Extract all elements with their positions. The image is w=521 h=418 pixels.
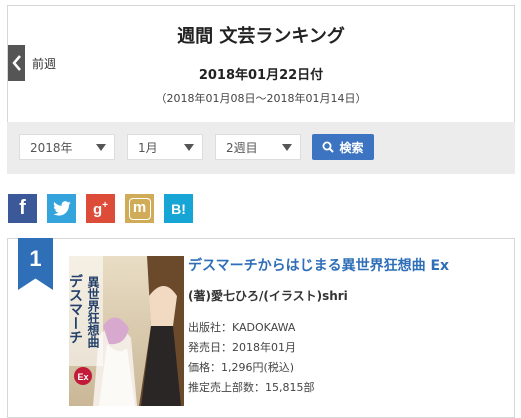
- caret-down-icon: [184, 144, 194, 151]
- cover-badge-text: Ex: [77, 372, 88, 382]
- rank-number: 1: [29, 246, 42, 271]
- facebook-icon: f: [19, 197, 26, 219]
- hatena-bookmark-button[interactable]: B!: [164, 194, 193, 223]
- search-icon: [322, 141, 335, 153]
- month-select-value: 1月: [138, 140, 158, 155]
- page-title: 週間 文芸ランキング: [177, 26, 345, 47]
- hatena-icon: B!: [171, 200, 186, 217]
- year-select-value: 2018年: [30, 140, 73, 155]
- mixi-icon: m: [128, 197, 151, 220]
- twitter-icon: [52, 200, 71, 216]
- ranking-item: 1 デスマーチ 異世界狂想曲 Ex デスマーチからはじまる異世界狂想曲 Ex (: [7, 238, 515, 418]
- month-select[interactable]: 1月: [127, 134, 203, 160]
- twitter-share-button[interactable]: [47, 194, 76, 223]
- ranking-header: 前週 週間 文芸ランキング 2018年01月22日付 （2018年01月08日～…: [7, 5, 515, 122]
- google-plus-icon: g+: [92, 199, 108, 218]
- caret-down-icon: [96, 144, 106, 151]
- ranking-period: （2018年01月08日～2018年01月14日）: [155, 92, 367, 105]
- search-button[interactable]: 検索: [312, 134, 374, 160]
- book-estimated-sales: 推定売上部数：15,815部: [188, 381, 315, 394]
- mixi-share-button[interactable]: m: [125, 194, 154, 223]
- book-cover-image[interactable]: デスマーチ 異世界狂想曲 Ex: [69, 256, 184, 406]
- rank-badge: 1: [18, 238, 53, 290]
- book-author: (著)愛七ひろ/(イラスト)shri: [188, 289, 348, 303]
- week-select[interactable]: 2週目: [215, 134, 301, 160]
- book-release-date: 発売日：2018年01月: [188, 341, 296, 354]
- cover-title-text: デスマーチ: [69, 273, 83, 344]
- facebook-share-button[interactable]: f: [8, 194, 37, 223]
- cover-subtitle-text: 異世界狂想曲: [86, 276, 100, 349]
- book-publisher: 出版社：KADOKAWA: [188, 321, 296, 334]
- week-select-value: 2週目: [226, 140, 258, 155]
- year-select[interactable]: 2018年: [19, 134, 115, 160]
- filter-bar: 2018年 1月 2週目 検索: [7, 122, 515, 174]
- ranking-date: 2018年01月22日付: [198, 68, 324, 83]
- caret-down-icon: [282, 144, 292, 151]
- book-price: 価格：1,296円(税込): [188, 361, 295, 374]
- google-plus-share-button[interactable]: g+: [86, 194, 115, 223]
- search-button-label: 検索: [339, 140, 364, 155]
- book-title-link[interactable]: デスマーチからはじまる異世界狂想曲 Ex: [188, 255, 449, 275]
